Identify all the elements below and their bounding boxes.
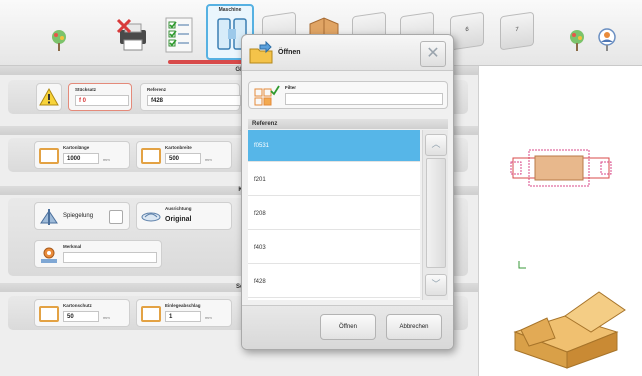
referenz-label: Referenz (147, 87, 167, 92)
filter-grid-icon (254, 85, 280, 106)
step-tab-6[interactable]: 6 (450, 11, 484, 51)
tree-icon[interactable] (566, 28, 588, 52)
checklist-icon[interactable] (164, 16, 194, 54)
einlegeabschlag-card: Einlegeabschlag 1 mm (136, 299, 232, 327)
close-icon: ✕ (426, 45, 440, 62)
step-tab-label: 7 (515, 26, 519, 34)
kartonlaenge-card: Kartonlänge 1000 mm (34, 141, 130, 169)
ausrichtung-card[interactable]: Ausrichtung Original (136, 202, 232, 230)
open-dialog: Öffnen ✕ Filter Referenz f0531 f201 f208… (241, 34, 454, 350)
ruler-icon (141, 148, 161, 164)
close-button[interactable]: ✕ (420, 41, 446, 67)
referenz-card: Referenz f428 (140, 83, 241, 111)
kartonschutz-card: Kartonschutz 50 mm (34, 299, 130, 327)
ruler-icon (39, 148, 59, 164)
referenz-list: f0531 f201 f208 f403 f428 (248, 130, 420, 300)
dialog-footer: Öffnen Abbrechen (242, 305, 453, 349)
spiegelung-checkbox[interactable] (109, 210, 123, 224)
list-item[interactable]: f208 (248, 198, 420, 230)
orientation-icon (141, 212, 161, 222)
kartonbreite-label: Kartonbreite (165, 145, 192, 150)
gear-feature-icon (41, 247, 57, 263)
scroll-thumb[interactable] (426, 158, 446, 268)
dialog-title: Öffnen (278, 49, 301, 56)
einlegeabschlag-input[interactable]: 1 (165, 311, 201, 322)
carton-flat-layout (510, 149, 612, 187)
open-folder-icon (249, 41, 273, 64)
list-item[interactable]: f0531 (248, 130, 420, 162)
carton-preview-panel (478, 66, 642, 376)
chevron-up-icon: ︿ (431, 139, 441, 149)
warning-button[interactable] (36, 83, 62, 111)
kartonlaenge-input[interactable]: 1000 (63, 153, 99, 164)
user-settings-icon[interactable] (596, 28, 618, 52)
rueckseite-card: Stücksatz f 0 (68, 83, 132, 111)
filter-card: Filter (248, 81, 448, 109)
mirror-icon (40, 209, 58, 225)
kartonbreite-card: Kartonbreite 500 mm (136, 141, 232, 169)
kartonschutz-label: Kartonschutz (63, 303, 92, 308)
scroll-up-button[interactable]: ︿ (425, 134, 447, 156)
ruler-icon (141, 306, 161, 322)
step-tab-7[interactable]: 7 (500, 11, 534, 51)
list-scrollbar[interactable]: ︿ ﹀ (422, 130, 448, 300)
kartonlaenge-label: Kartonlänge (63, 145, 90, 150)
merkmal-label: Merkmal (63, 244, 82, 249)
spiegelung-card: Spiegelung (34, 202, 130, 230)
scroll-down-button[interactable]: ﹀ (425, 274, 447, 296)
filter-input[interactable] (285, 93, 443, 105)
merkmal-card: Merkmal (34, 240, 162, 268)
unit-mm: mm (205, 157, 212, 162)
dialog-header: Öffnen ✕ (242, 35, 453, 71)
spiegelung-label: Spiegelung (63, 213, 94, 219)
referenz-column-header[interactable]: Referenz (248, 119, 448, 129)
list-item[interactable]: f403 (248, 232, 420, 264)
kartonschutz-input[interactable]: 50 (63, 311, 99, 322)
warning-icon (39, 87, 59, 106)
step-tab-label: 6 (465, 26, 469, 34)
filter-label: Filter (285, 85, 297, 90)
merkmal-input[interactable] (63, 252, 157, 263)
unit-mm: mm (103, 157, 110, 162)
list-item[interactable]: f428 (248, 266, 420, 298)
tree-icon[interactable] (48, 28, 70, 52)
carton-3d-icon (513, 291, 626, 369)
ruler-icon (39, 306, 59, 322)
ausrichtung-label: Ausrichtung (165, 206, 192, 211)
axis-marker-icon (518, 261, 526, 269)
open-button[interactable]: Öffnen (320, 314, 376, 340)
rueckseite-input[interactable]: f 0 (75, 95, 129, 106)
unit-mm: mm (103, 315, 110, 320)
kartonbreite-input[interactable]: 500 (165, 153, 201, 164)
list-item[interactable]: f201 (248, 164, 420, 196)
rueckseite-label: Stücksatz (75, 87, 97, 92)
einlegeabschlag-label: Einlegeabschlag (165, 303, 201, 308)
referenz-input[interactable]: f428 (147, 95, 241, 106)
unit-mm: mm (205, 315, 212, 320)
cancel-button[interactable]: Abbrechen (386, 314, 442, 340)
printer-cancel-icon[interactable] (116, 18, 152, 52)
ausrichtung-value: Original (165, 216, 192, 223)
chevron-down-icon: ﹀ (431, 279, 441, 289)
